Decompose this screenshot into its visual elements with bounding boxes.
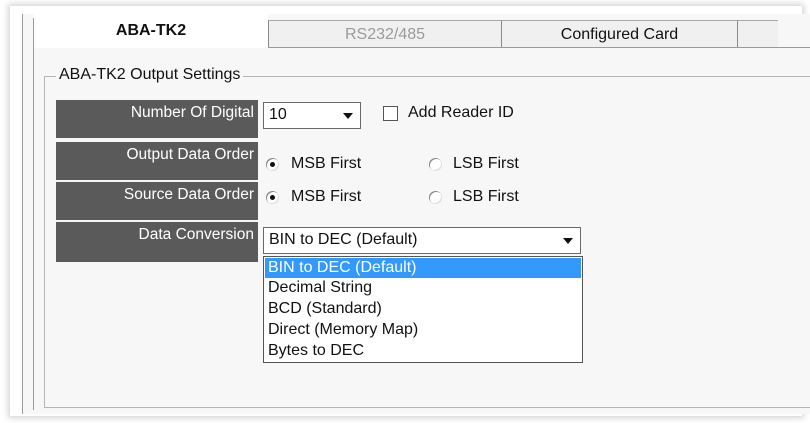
tab-configured-card[interactable]: Configured Card <box>502 20 738 48</box>
add-reader-id-label: Add Reader ID <box>408 104 514 121</box>
data-conversion-label: Data Conversion <box>56 222 258 262</box>
source-msb-first-radio[interactable] <box>266 191 279 204</box>
source-lsb-first-label: LSB First <box>453 188 519 205</box>
data-conversion-value: BIN to DEC (Default) <box>269 231 418 248</box>
dropdown-option[interactable]: BIN to DEC (Default) <box>265 258 581 278</box>
dropdown-option[interactable]: BCD (Standard) <box>265 299 581 319</box>
output-data-order-label: Output Data Order <box>56 142 258 180</box>
tab-strip-divider <box>268 47 810 48</box>
output-msb-first-radio[interactable] <box>266 158 279 171</box>
data-conversion-select[interactable]: BIN to DEC (Default) <box>263 227 581 254</box>
source-data-order-label: Source Data Order <box>56 182 258 220</box>
number-of-digital-label: Number Of Digital <box>56 100 258 138</box>
data-conversion-dropdown-list: BIN to DEC (Default) Decimal String BCD … <box>263 256 583 363</box>
output-lsb-first-label: LSB First <box>453 155 519 172</box>
source-lsb-first-radio[interactable] <box>429 191 442 204</box>
dropdown-option[interactable]: Decimal String <box>265 278 581 298</box>
number-of-digital-select[interactable]: 10 <box>263 102 361 129</box>
source-msb-first-label: MSB First <box>291 188 362 205</box>
output-lsb-first-radio[interactable] <box>429 158 442 171</box>
tab-rs232-485[interactable]: RS232/485 <box>268 20 502 48</box>
tab-aba-tk2[interactable]: ABA-TK2 <box>34 14 268 48</box>
number-of-digital-value: 10 <box>269 106 287 123</box>
tab-partial[interactable] <box>738 20 778 48</box>
add-reader-id-checkbox[interactable] <box>383 106 398 121</box>
group-title: ABA-TK2 Output Settings <box>56 66 244 84</box>
dropdown-option[interactable]: Bytes to DEC <box>265 341 581 361</box>
dropdown-option[interactable]: Direct (Memory Map) <box>265 320 581 340</box>
output-msb-first-label: MSB First <box>291 155 362 172</box>
chevron-down-icon[interactable] <box>338 105 358 126</box>
chevron-down-icon[interactable] <box>558 230 578 251</box>
window-border <box>33 18 34 410</box>
